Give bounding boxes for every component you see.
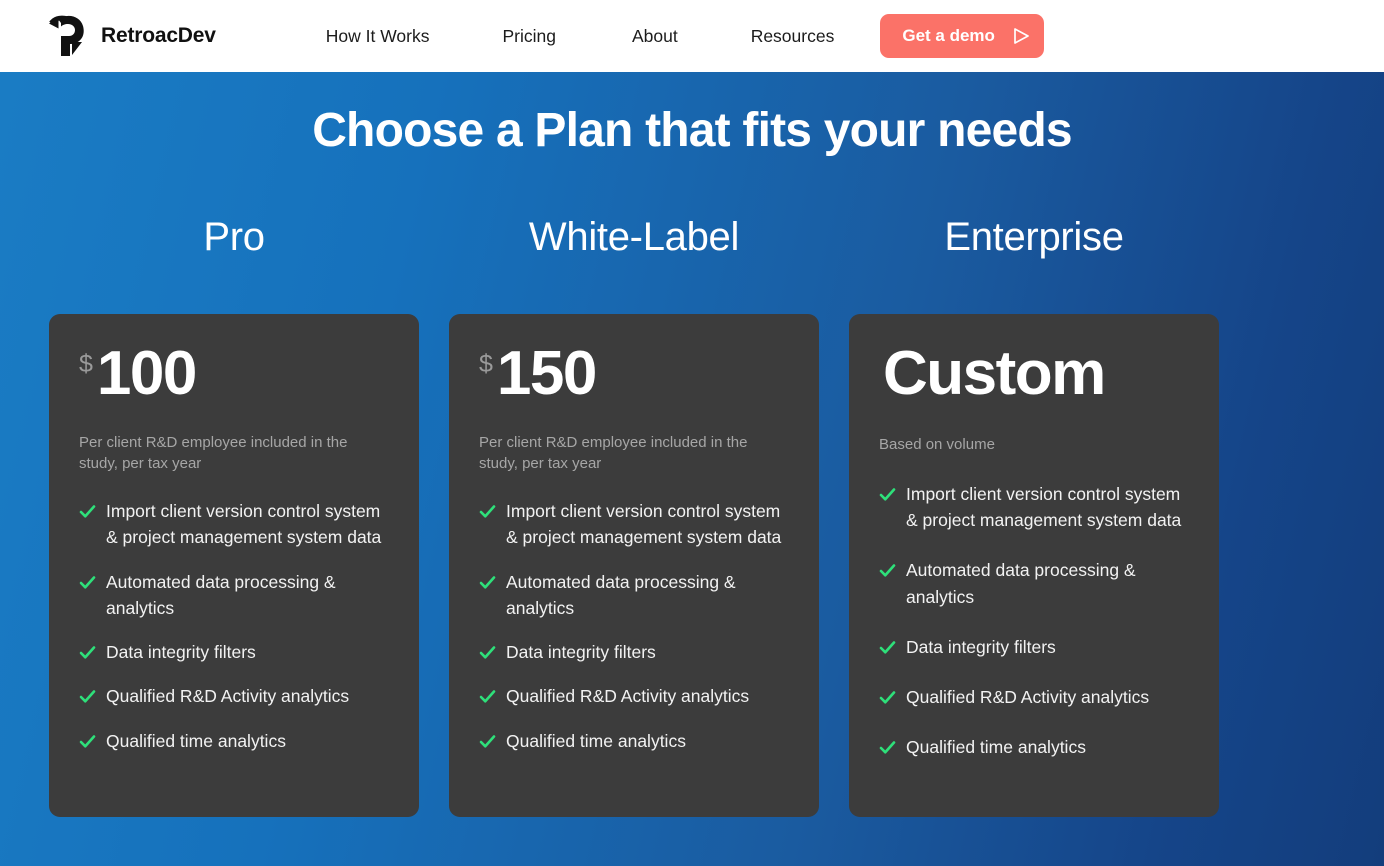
main-nav: How It Works Pricing About Resources [326,20,835,53]
brand-name: RetroacDev [101,24,216,47]
list-item: Import client version control system & p… [879,481,1189,534]
price-row: $ 150 [479,338,789,408]
plan-title-white-label: White-Label [528,214,740,259]
list-item: Qualified time analytics [79,728,389,754]
feature-text: Qualified R&D Activity analytics [106,686,350,707]
page-title: Choose a Plan that fits your needs [312,104,1072,157]
feature-text: Qualified time analytics [106,730,286,751]
list-item: Automated data processing & analytics [479,569,789,622]
feature-list: Import client version control system & p… [79,498,389,754]
feature-list: Import client version control system & p… [879,481,1189,761]
price-amount: 100 [96,338,197,408]
check-icon [479,644,496,661]
feature-text: Import client version control system & p… [506,501,782,548]
list-item: Import client version control system & p… [79,498,389,551]
check-icon [79,644,96,661]
check-icon [879,486,896,503]
list-item: Qualified R&D Activity analytics [479,683,789,709]
check-icon [479,574,496,591]
price-note: Per client R&D employee included in the … [79,433,348,472]
price-amount: Custom [883,338,1106,408]
brand-logo-group[interactable]: RetroacDev [46,14,216,58]
feature-text: Automated data processing & analytics [106,571,336,618]
check-icon [79,688,96,705]
get-a-demo-button[interactable]: Get a demo [880,14,1044,58]
play-triangle-icon [1009,28,1029,44]
nav-item-pricing[interactable]: Pricing [502,20,556,53]
currency-symbol: $ [479,349,493,378]
list-item: Qualified time analytics [479,728,789,754]
list-item: Qualified time analytics [879,734,1189,760]
list-item: Data integrity filters [879,634,1189,660]
nav-item-how-it-works[interactable]: How It Works [326,20,430,53]
feature-text: Automated data processing & analytics [906,560,1136,607]
list-item: Automated data processing & analytics [79,569,389,622]
plan-title-enterprise: Enterprise [944,214,1124,259]
check-icon [879,562,896,579]
feature-text: Data integrity filters [106,642,256,663]
price-note: Per client R&D employee included in the … [479,433,748,472]
pricing-card-row: $ 100 Per client R&D employee included i… [0,313,1384,817]
price-row: Custom [879,338,1189,408]
pricing-hero: Choose a Plan that fits your needs Pro W… [0,72,1384,866]
feature-text: Qualified time analytics [506,730,686,751]
feature-text: Qualified R&D Activity analytics [506,686,750,707]
plan-title-pro: Pro [203,214,265,259]
list-item: Qualified R&D Activity analytics [79,683,389,709]
check-icon [79,733,96,750]
check-icon [879,689,896,706]
pricing-card-enterprise[interactable]: Custom Based on volume Import client ver… [849,313,1219,817]
price-row: $ 100 [79,338,389,408]
check-icon [479,503,496,520]
check-icon [879,639,896,656]
check-icon [879,739,896,756]
list-item: Import client version control system & p… [479,498,789,551]
feature-text: Qualified time analytics [906,737,1086,758]
nav-item-resources[interactable]: Resources [751,20,835,53]
list-item: Automated data processing & analytics [879,557,1189,610]
check-icon [79,574,96,591]
price-note: Based on volume [879,435,995,453]
feature-text: Data integrity filters [906,636,1056,657]
list-item: Qualified R&D Activity analytics [879,684,1189,710]
check-icon [479,688,496,705]
plan-title-row: Pro White-Label Enterprise [0,215,1384,260]
feature-text: Import client version control system & p… [106,501,382,548]
site-header: RetroacDev How It Works Pricing About Re… [0,0,1384,72]
check-icon [79,503,96,520]
cta-label: Get a demo [902,26,995,45]
pricing-card-white-label[interactable]: $ 150 Per client R&D employee included i… [449,313,819,817]
price-amount: 150 [496,338,597,408]
feature-list: Import client version control system & p… [479,498,789,754]
feature-text: Import client version control system & p… [906,483,1182,531]
check-icon [479,733,496,750]
retroac-r-arrow-logo-icon [46,14,92,58]
nav-item-about[interactable]: About [632,20,678,53]
list-item: Data integrity filters [79,639,389,665]
feature-text: Automated data processing & analytics [506,571,736,618]
feature-text: Qualified R&D Activity analytics [906,687,1150,708]
feature-text: Data integrity filters [506,642,656,663]
currency-symbol: $ [79,349,93,378]
list-item: Data integrity filters [479,639,789,665]
pricing-card-pro[interactable]: $ 100 Per client R&D employee included i… [49,313,419,817]
